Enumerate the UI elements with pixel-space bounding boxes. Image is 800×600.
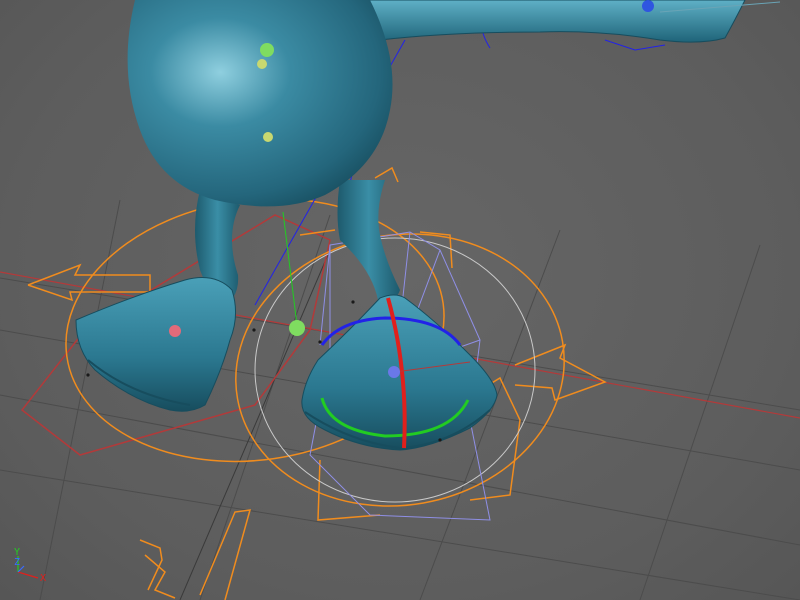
axis-x-label: X [40, 573, 47, 584]
joint-handle-chest[interactable] [260, 43, 274, 57]
scene-canvas[interactable] [0, 0, 800, 600]
axis-orientation-gizmo: Y Z X [10, 548, 54, 588]
joint-handle-chest-small[interactable] [257, 59, 267, 69]
joint-handle-pivot[interactable] [289, 320, 305, 336]
axis-z-label: Z [14, 557, 21, 568]
joint-handle-wing[interactable] [642, 0, 654, 12]
joint-handle-hip[interactable] [263, 132, 273, 142]
character-right-leg[interactable] [337, 180, 401, 302]
3d-viewport[interactable]: Y Z X [0, 0, 800, 600]
character-body[interactable] [127, 0, 393, 207]
joint-handle-left-foot[interactable] [169, 325, 181, 337]
joint-handle-right-foot[interactable] [388, 366, 400, 378]
character-left-foot[interactable] [75, 277, 236, 412]
pivot-helper-line [282, 211, 298, 326]
character-wing[interactable] [359, 0, 746, 43]
